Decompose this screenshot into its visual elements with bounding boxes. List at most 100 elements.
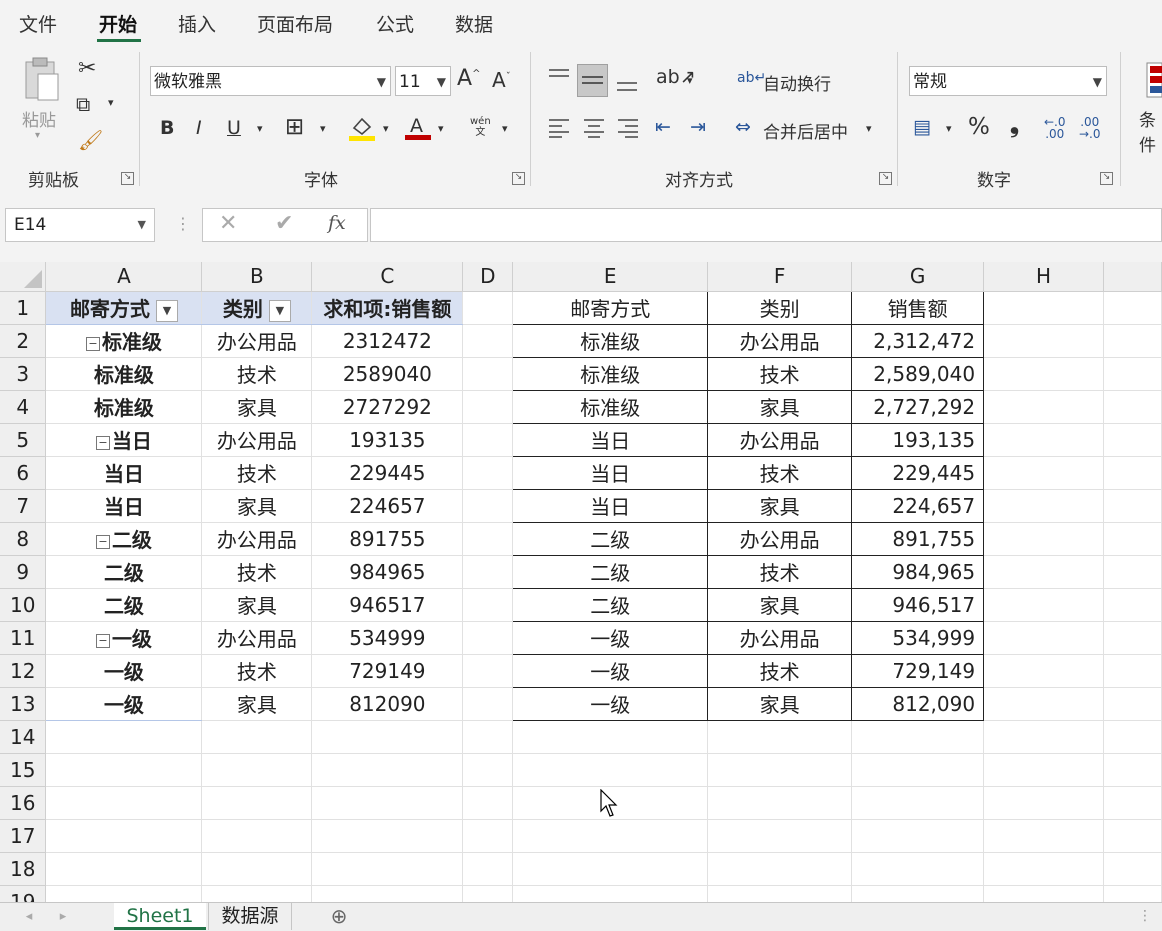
borders-dropdown-icon[interactable]: ▾ [320, 122, 326, 135]
cell[interactable]: − 二级 [45, 521, 203, 556]
cell[interactable] [983, 819, 1104, 853]
cell[interactable]: 一级 [45, 687, 203, 721]
cell[interactable]: 邮寄方式 ▼ [45, 291, 203, 325]
cell[interactable]: 家具 [201, 687, 313, 721]
cell[interactable]: 技术 [707, 554, 853, 589]
cell[interactable]: 891,755 [851, 521, 985, 556]
row-header[interactable]: 2 [0, 324, 47, 358]
cell[interactable]: 家具 [707, 389, 853, 424]
cell[interactable]: 技术 [707, 455, 853, 490]
cell[interactable]: − 一级 [45, 620, 203, 655]
cell[interactable]: 534999 [311, 621, 464, 655]
cell[interactable] [462, 786, 514, 820]
conditional-formatting-label[interactable]: 条件 [1133, 106, 1162, 156]
font-name-combo[interactable]: 微软雅黑 ▼ [150, 66, 391, 96]
accounting-dropdown-icon[interactable]: ▾ [946, 122, 952, 135]
cell[interactable]: 标准级 [45, 390, 203, 424]
cell[interactable]: 办公用品 [201, 423, 313, 457]
cell[interactable] [512, 753, 709, 787]
cell[interactable] [983, 390, 1104, 424]
paste-button-label[interactable]: 粘贴 [22, 106, 56, 131]
cell[interactable] [311, 786, 464, 820]
cell[interactable]: 办公用品 [707, 422, 853, 457]
align-middle-icon[interactable] [577, 64, 608, 97]
cell[interactable]: 一级 [512, 686, 709, 721]
insert-function-icon[interactable]: fx [328, 212, 346, 234]
clipboard-launcher-icon[interactable]: ↘ [121, 172, 134, 185]
cell[interactable]: 技术 [201, 555, 313, 589]
cell[interactable] [983, 522, 1104, 556]
align-bottom-icon[interactable] [616, 74, 638, 94]
cell[interactable]: 技术 [201, 456, 313, 490]
chevron-down-icon[interactable]: ▼ [138, 209, 146, 241]
cell[interactable] [462, 852, 514, 886]
cell[interactable] [707, 819, 853, 853]
cell[interactable] [1103, 489, 1162, 523]
cell[interactable] [311, 885, 464, 902]
cell[interactable]: 193,135 [851, 422, 985, 457]
cell[interactable] [983, 555, 1104, 589]
cell[interactable]: 家具 [707, 488, 853, 523]
row-header[interactable]: 12 [0, 654, 47, 688]
cell[interactable]: 2727292 [311, 390, 464, 424]
cell[interactable]: 技术 [201, 654, 313, 688]
cell[interactable] [1103, 423, 1162, 457]
cell[interactable] [1103, 555, 1162, 589]
row-header[interactable]: 10 [0, 588, 47, 622]
cell[interactable] [311, 720, 464, 754]
paste-icon[interactable] [22, 56, 62, 104]
select-all-corner[interactable] [0, 262, 47, 292]
cell[interactable]: 邮寄方式 [512, 290, 709, 325]
font-launcher-icon[interactable]: ↘ [512, 172, 525, 185]
cell[interactable] [512, 720, 709, 754]
cell[interactable] [1103, 522, 1162, 556]
row-header[interactable]: 4 [0, 390, 47, 424]
cell[interactable]: 946517 [311, 588, 464, 622]
cell[interactable]: 办公用品 [201, 522, 313, 556]
formula-input[interactable] [370, 208, 1162, 242]
cell[interactable]: 办公用品 [707, 323, 853, 358]
decrease-decimal-icon[interactable]: .00 →.0 [1079, 116, 1101, 140]
number-launcher-icon[interactable]: ↘ [1100, 172, 1113, 185]
cell[interactable] [983, 852, 1104, 886]
align-top-icon[interactable] [548, 67, 570, 87]
cell[interactable] [45, 852, 203, 886]
row-header[interactable]: 8 [0, 522, 47, 556]
cell[interactable]: 标准级 [45, 357, 203, 391]
cell[interactable] [1103, 720, 1162, 754]
cell[interactable]: 办公用品 [707, 521, 853, 556]
cell[interactable] [462, 291, 514, 325]
cell[interactable]: − 标准级 [45, 323, 203, 358]
filter-dropdown-icon[interactable]: ▼ [155, 299, 178, 322]
cell[interactable] [462, 357, 514, 391]
cell[interactable]: 家具 [201, 489, 313, 523]
row-header[interactable]: 9 [0, 555, 47, 589]
cell[interactable] [851, 720, 985, 754]
cell[interactable]: 一级 [45, 654, 203, 688]
copy-icon[interactable]: ⧉ [76, 92, 90, 116]
cell[interactable] [462, 819, 514, 853]
tab-data[interactable]: 数据 [455, 10, 493, 37]
sheet-tab-sheet1[interactable]: Sheet1 [114, 903, 206, 930]
cell[interactable] [1103, 357, 1162, 391]
row-header[interactable]: 17 [0, 819, 47, 853]
cell[interactable] [45, 885, 203, 902]
add-sheet-icon[interactable]: ⊕ [326, 903, 352, 930]
cell[interactable] [851, 786, 985, 820]
tab-splitter-icon[interactable]: ⋮ [1138, 903, 1152, 930]
cell[interactable] [851, 753, 985, 787]
column-header-g[interactable]: G [851, 262, 985, 292]
cell[interactable] [1103, 588, 1162, 622]
cell[interactable] [707, 753, 853, 787]
cell[interactable]: 当日 [512, 488, 709, 523]
cell[interactable] [1103, 852, 1162, 886]
cell[interactable]: 家具 [201, 588, 313, 622]
cell[interactable]: 二级 [512, 521, 709, 556]
cell[interactable] [462, 621, 514, 655]
row-header[interactable]: 6 [0, 456, 47, 490]
cell[interactable]: 二级 [512, 587, 709, 622]
cell[interactable] [512, 819, 709, 853]
column-header-c[interactable]: C [311, 262, 464, 292]
cell[interactable]: 2312472 [311, 324, 464, 358]
cell[interactable]: 家具 [707, 686, 853, 721]
